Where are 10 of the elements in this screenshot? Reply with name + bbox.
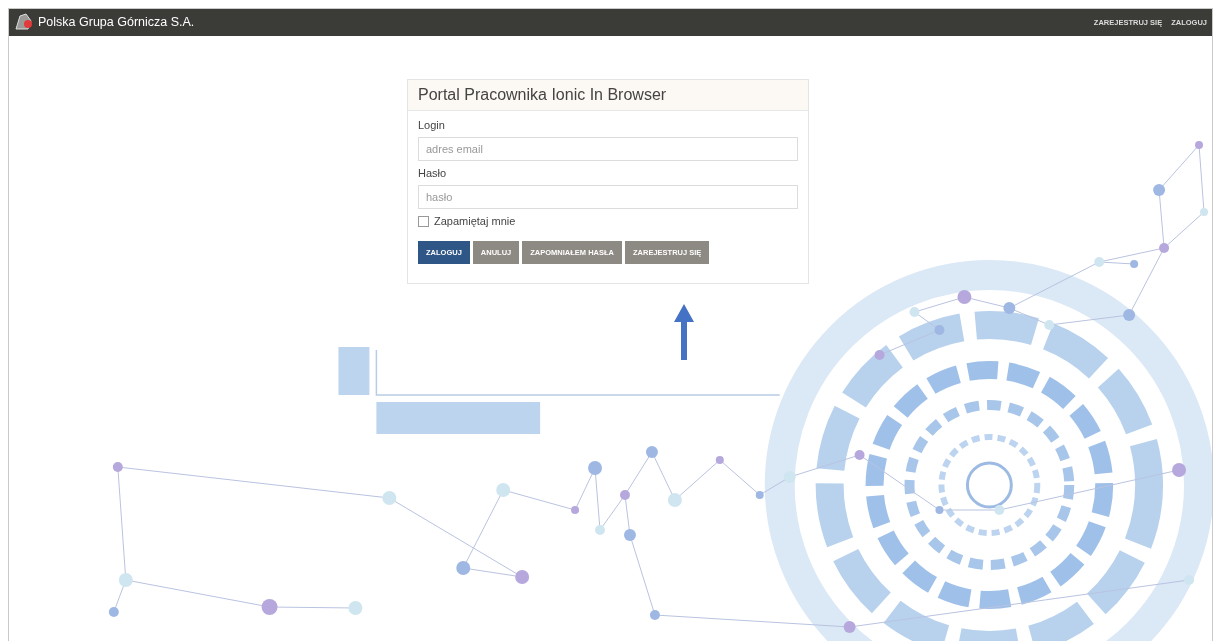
field-label: Hasło: [418, 167, 448, 179]
input-field[interactable]: hasło: [418, 185, 798, 209]
up-arrow-icon: [674, 304, 694, 360]
field-label: Login: [418, 119, 446, 131]
card-title: Portal Pracownika Ionic In Browser: [418, 86, 668, 104]
checkbox-label: Zapamiętaj mnie: [434, 215, 516, 227]
checkbox[interactable]: [418, 215, 429, 227]
logo-icon: [14, 13, 34, 31]
brand-name[interactable]: Polska Grupa Górnicza S.A.: [38, 15, 195, 29]
input-field[interactable]: adres email: [418, 137, 798, 161]
